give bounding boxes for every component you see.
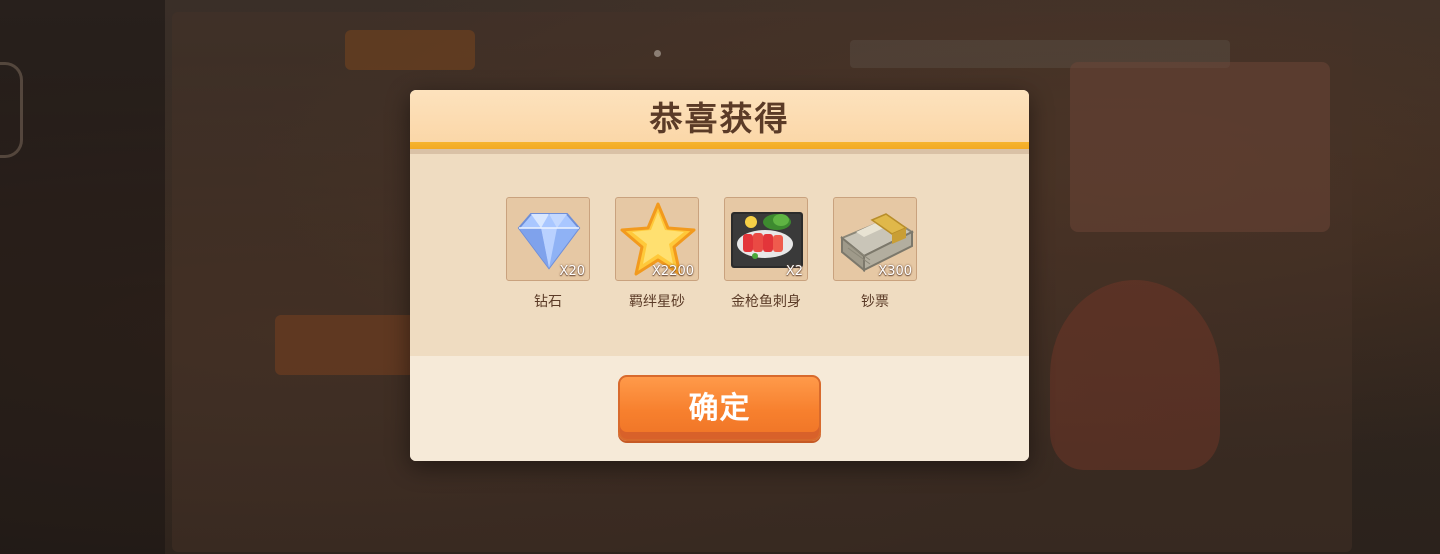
header-stripe — [410, 142, 1029, 154]
background-side-panel — [0, 0, 165, 554]
confirm-button[interactable]: 确定 — [618, 375, 821, 441]
reward-item-banknotes[interactable]: X300 钞票 — [832, 197, 918, 311]
reward-slot[interactable]: X2200 — [615, 197, 699, 281]
reward-dialog: 恭喜获得 X20 钻石 X2200 羁绊星砂 X2 金枪鱼刺身 X300 钞票 … — [410, 90, 1029, 461]
background-block — [275, 315, 415, 375]
reward-name: 羁绊星砂 — [629, 294, 685, 310]
reward-quantity: X2 — [785, 264, 803, 279]
background-dot — [654, 50, 661, 57]
reward-item-diamond[interactable]: X20 钻石 — [505, 197, 591, 311]
reward-slot[interactable]: X20 — [506, 197, 590, 281]
background-character — [1050, 280, 1220, 470]
reward-list: X20 钻石 X2200 羁绊星砂 X2 金枪鱼刺身 X300 钞票 — [505, 197, 918, 311]
reward-name: 钻石 — [534, 294, 562, 310]
reward-name: 金枪鱼刺身 — [731, 294, 801, 310]
background-hexagon-frame — [0, 62, 23, 158]
dialog-header: 恭喜获得 — [410, 90, 1029, 142]
reward-slot[interactable]: X300 — [833, 197, 917, 281]
reward-quantity: X2200 — [652, 264, 694, 279]
confirm-button-label: 确定 — [688, 391, 751, 426]
rewards-panel: X20 钻石 X2200 羁绊星砂 X2 金枪鱼刺身 X300 钞票 — [410, 154, 1029, 356]
reward-item-tuna-sashimi[interactable]: X2 金枪鱼刺身 — [723, 197, 809, 311]
reward-name: 钞票 — [861, 294, 889, 310]
reward-slot[interactable]: X2 — [724, 197, 808, 281]
reward-quantity: X20 — [559, 264, 585, 279]
background-tab — [345, 30, 475, 70]
dialog-footer: 确定 — [410, 356, 1029, 461]
background-card — [1070, 62, 1330, 232]
dialog-title: 恭喜获得 — [649, 99, 790, 138]
reward-quantity: X300 — [878, 264, 912, 279]
reward-item-star[interactable]: X2200 羁绊星砂 — [614, 197, 700, 311]
